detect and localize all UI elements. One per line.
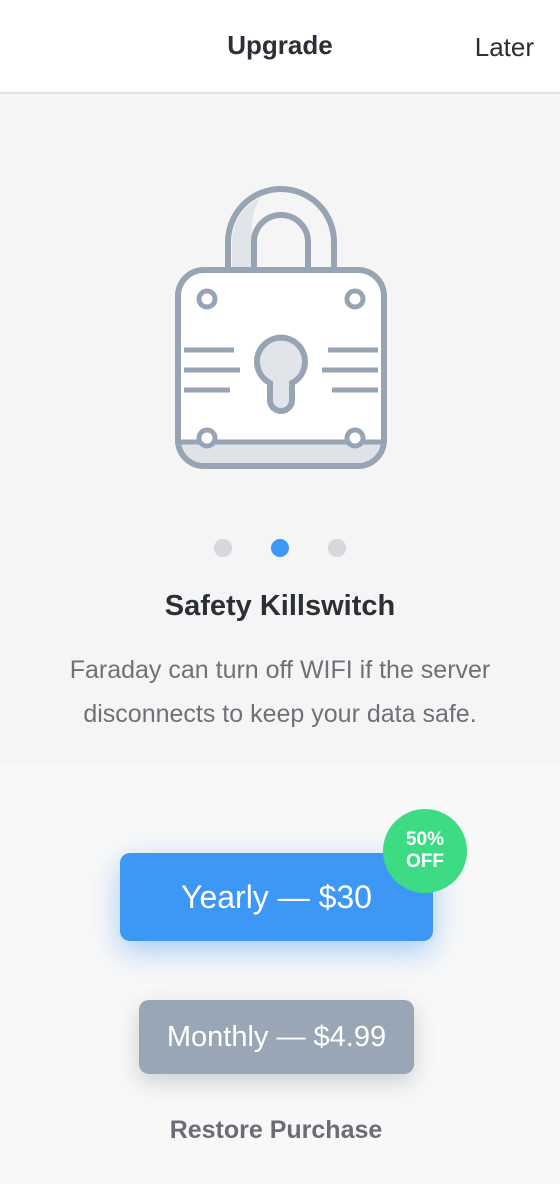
yearly-plan-label: Yearly — $30 (181, 878, 372, 915)
plan-options: Yearly — $30 50% OFF Monthly — $4.99 Res… (0, 766, 560, 1184)
discount-badge: 50% OFF (383, 809, 467, 893)
page-dot-3[interactable] (328, 539, 346, 557)
feature-description: Faraday can turn off WIFI if the server … (69, 656, 491, 728)
discount-off-label: OFF (406, 851, 444, 872)
feature-carousel[interactable]: Safety Killswitch Faraday can turn off W… (0, 96, 560, 766)
page-dot-2-active[interactable] (271, 539, 289, 557)
padlock-icon (175, 186, 387, 469)
monthly-plan-button[interactable]: Monthly — $4.99 (139, 1000, 414, 1074)
discount-percent: 50% (405, 829, 445, 850)
page-dot-1[interactable] (214, 539, 232, 557)
navigation-bar: Upgrade Later (0, 0, 560, 94)
page-indicator (0, 539, 560, 557)
later-button[interactable]: Later (475, 32, 534, 63)
restore-purchase-link[interactable]: Restore Purchase (0, 1116, 552, 1145)
feature-title: Safety Killswitch (164, 590, 396, 622)
monthly-plan-label: Monthly — $4.99 (166, 1020, 387, 1053)
